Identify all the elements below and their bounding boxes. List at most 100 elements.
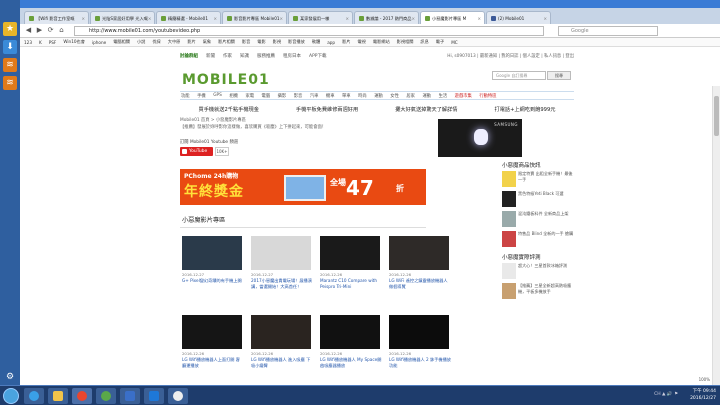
category-link[interactable]: 汽車 — [309, 93, 319, 99]
clock[interactable]: 下午 09:44 2016/12/27 — [690, 388, 716, 402]
category-link[interactable]: 影音 — [293, 93, 303, 99]
site-search-button[interactable]: 搜尋 — [547, 71, 571, 80]
topnav-item[interactable]: 租房日本 — [283, 53, 301, 61]
user-links[interactable]: Hi, s0907013 | 最新通知 | 我的日誌 | 個人設定 | 私人訊息… — [447, 53, 574, 59]
promo-link[interactable]: 買手機就送2千點手機現金 — [199, 106, 259, 113]
sidebar-item[interactable]: 【推薦】三星全新超高熱吸塵機，平板多機放手 — [502, 283, 574, 299]
taskbar-ie[interactable] — [24, 388, 44, 404]
topnav-item[interactable]: 新聞 — [206, 53, 215, 61]
bookmark-item[interactable]: PSF — [49, 40, 57, 45]
close-icon[interactable]: × — [345, 13, 349, 24]
bookmark-item[interactable]: 影視 — [273, 39, 281, 45]
topnav-item[interactable]: 服務推薦 — [257, 53, 275, 61]
category-link[interactable]: 攝影 — [277, 93, 287, 99]
star-icon[interactable]: ★ — [3, 22, 17, 36]
browser-tab[interactable]: 精簡精選 - Mobile01 × — [156, 11, 221, 24]
bookmark-item[interactable]: 小說 — [137, 39, 145, 45]
category-link[interactable]: 家電 — [244, 93, 254, 99]
settings-icon[interactable]: ⚙ — [3, 370, 17, 384]
video-thumbnail[interactable] — [182, 315, 242, 349]
category-link[interactable]: 女性 — [389, 93, 399, 99]
video-card[interactable]: 2016-12-26 LG WiFi 遙控之鎮靈播放機器人做個導覽 — [389, 236, 451, 289]
video-thumbnail[interactable] — [320, 236, 380, 270]
sidebar-item[interactable]: 超大心！三星首款冰箱評測 — [502, 263, 574, 279]
taskbar-explorer[interactable] — [48, 388, 68, 404]
taskbar-app1[interactable] — [96, 388, 116, 404]
bookmark-item[interactable]: 123 — [24, 40, 32, 45]
reload-icon[interactable]: ⟳ — [46, 26, 55, 35]
bookmark-item[interactable]: 大中原 — [168, 39, 181, 45]
bookmark-item[interactable]: 伐採 — [152, 39, 160, 45]
browser-tab[interactable]: 影音影片專區 Mobile01 × — [222, 11, 287, 24]
sidebar-item[interactable]: 特售品 Blind 全新的一手 搶購 — [502, 231, 574, 247]
pchome-banner-ad[interactable]: PChome 24h購物 年終獎金 全場 47 折 — [180, 169, 426, 205]
bookmark-item[interactable]: app — [327, 40, 335, 45]
bookmark-item[interactable]: 電影網站 — [373, 39, 390, 45]
scrollbar[interactable] — [712, 86, 720, 385]
back-icon[interactable]: ◀ — [24, 26, 33, 35]
category-link[interactable]: 生活 — [438, 93, 448, 99]
category-link[interactable]: 手機 — [196, 93, 206, 99]
video-title[interactable]: LG WiFi 遙控之鎮靈播放機器人做個導覽 — [389, 278, 451, 289]
category-link[interactable]: 相機 — [228, 93, 238, 99]
category-link[interactable]: 運動 — [373, 93, 383, 99]
bookmark-item[interactable]: 電腦相關 — [113, 39, 130, 45]
bookmark-item[interactable]: 影片 — [187, 39, 195, 45]
sidebar-item[interactable]: 限定特賣 出租全新手機！最後一手 — [502, 171, 574, 187]
video-card[interactable]: 2016-12-27 2017小惡魔出貴電玩場！展播演講，當選開始！大高首任！ — [251, 236, 313, 289]
close-icon[interactable]: × — [81, 13, 85, 24]
scrollbar-thumb[interactable] — [714, 96, 719, 136]
rss-icon[interactable]: ≋ — [3, 58, 17, 72]
bookmark-item[interactable]: 軟體 — [312, 39, 320, 45]
video-title[interactable]: Marantz C10 Compare with Peispro Tri-Min… — [320, 278, 382, 289]
bookmark-item[interactable]: MC — [451, 40, 458, 45]
home-icon[interactable]: ⌂ — [57, 26, 66, 35]
video-thumbnail[interactable] — [320, 315, 380, 349]
browser-tab[interactable]: 光陰S家居好用學 光入嘅 × — [90, 11, 155, 24]
video-thumbnail[interactable] — [182, 236, 242, 270]
sidebar-item[interactable]: 黑色特級Yeti Black 可選 — [502, 191, 574, 207]
samsung-ad[interactable]: SAMSUNG — [438, 119, 522, 157]
forward-icon[interactable]: ▶ — [35, 26, 44, 35]
close-icon[interactable]: × — [411, 13, 415, 24]
rss-feed-icon[interactable]: ≋ — [3, 76, 17, 90]
category-link[interactable]: 遊戲市集 — [454, 93, 472, 99]
sidebar-item[interactable]: 混沌鐵板料件 全新商品上架 — [502, 211, 574, 227]
promo-link[interactable]: 手機平板免費維修兩週好用 — [296, 106, 358, 113]
category-link[interactable]: 電腦 — [261, 93, 271, 99]
browser-tab[interactable]: 數據論 - 2017 熱門商品 × — [354, 11, 419, 24]
video-thumbnail[interactable] — [389, 315, 449, 349]
close-icon[interactable]: × — [148, 13, 152, 24]
close-icon[interactable]: × — [477, 13, 481, 24]
video-thumbnail[interactable] — [389, 236, 449, 270]
video-card[interactable]: 2016-12-26 LG Wifi播放機器人 進入吸塵 下吸小鐵臂 — [251, 315, 313, 368]
category-link[interactable]: 機車 — [325, 93, 335, 99]
bookmark-item[interactable]: 影視相關 — [397, 39, 414, 45]
system-tray[interactable]: CH ▲ 🔊 ⚑ — [654, 392, 678, 397]
category-link[interactable]: 居家 — [405, 93, 415, 99]
taskbar-app4[interactable] — [168, 388, 188, 404]
video-card[interactable]: 2016-12-26 Marantz C10 Compare with Peisp… — [320, 236, 382, 289]
promo-link[interactable]: 打電話+上網吃到飽999元 — [495, 106, 556, 113]
close-icon[interactable]: × — [213, 13, 217, 24]
category-link[interactable]: GPS — [212, 93, 222, 98]
close-icon[interactable]: × — [280, 13, 284, 24]
video-title[interactable]: LG Wifi播放機器人 My Space開啟吸塵器播放 — [320, 357, 382, 368]
category-link[interactable]: 運動 — [421, 93, 431, 99]
category-link[interactable]: 單車 — [341, 93, 351, 99]
video-title[interactable]: 2017小惡魔出貴電玩場！展播演講，當選開始！大高首任！ — [251, 278, 313, 289]
url-input[interactable]: http://www.mobile01.com/youtubevideo.php — [74, 25, 544, 36]
download-icon[interactable]: ⬇ — [3, 40, 17, 54]
category-link[interactable]: 時尚 — [357, 93, 367, 99]
bookmark-item[interactable]: Win10也會 — [63, 39, 85, 45]
video-card[interactable]: 2016-12-27 G+ Pixel變幻奇蹟的有手機上開 — [182, 236, 244, 284]
category-link[interactable]: 功能 — [180, 93, 190, 99]
bookmark-item[interactable]: 影片相關 — [218, 39, 235, 45]
browser-tab[interactable]: 某家發展用一樣 × — [288, 11, 353, 24]
video-card[interactable]: 2016-12-26 LG Wifi播放機器人 2 牀手機播放功能 — [389, 315, 451, 368]
video-title[interactable]: LG Wifi播放機器人上面打開 客廳運播放 — [182, 357, 244, 368]
site-logo[interactable]: MOBILE01 — [182, 72, 270, 88]
zoom-level[interactable]: 100% — [699, 377, 710, 382]
search-input[interactable]: Google — [558, 25, 658, 36]
close-icon[interactable]: × — [543, 13, 547, 24]
